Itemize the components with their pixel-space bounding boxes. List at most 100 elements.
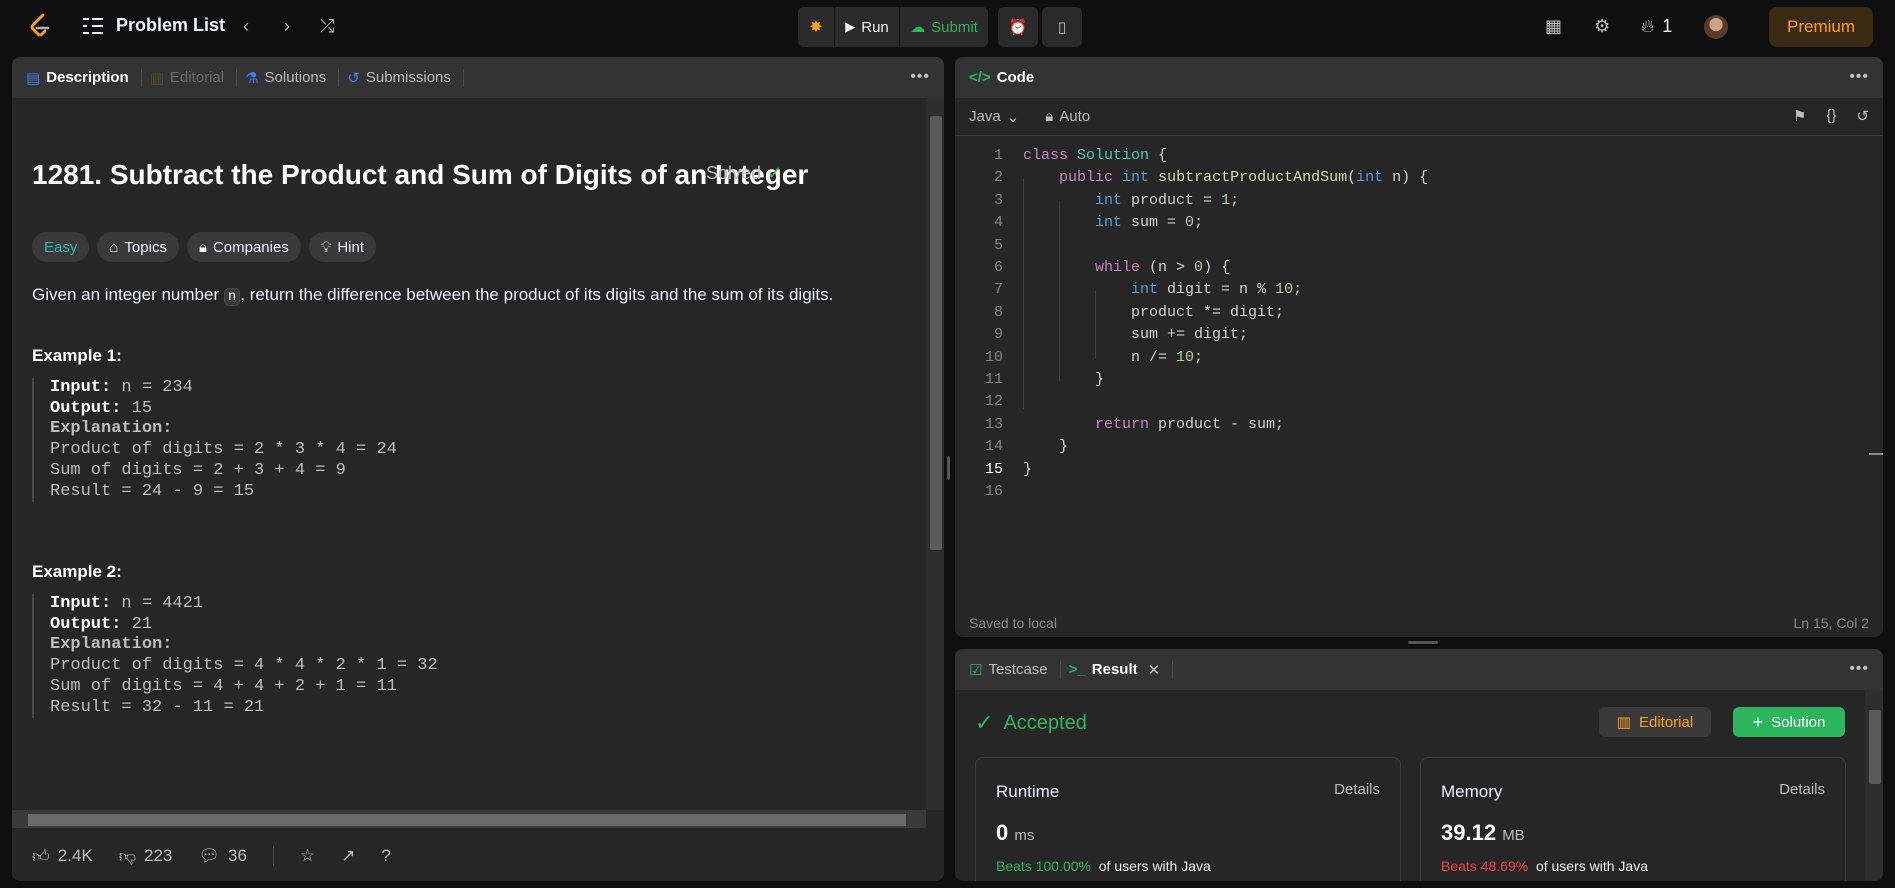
more-options-icon[interactable]: ••• bbox=[910, 68, 930, 86]
line-number: 6 bbox=[993, 259, 1003, 276]
cursor-position: Ln 15, Col 2 bbox=[1793, 615, 1870, 631]
dislike-button[interactable]: 👎︎ 223 bbox=[119, 846, 173, 867]
result-vertical-scrollbar[interactable] bbox=[1865, 690, 1883, 881]
description-footer: 👍︎ 2.4K 👎︎ 223 💬︎ 36 ☆ ↗ ? bbox=[12, 831, 944, 881]
line-number: 14 bbox=[984, 438, 1003, 456]
memory-card[interactable]: Memory Details 39.12 MB Beats 48.69% of … bbox=[1420, 757, 1846, 881]
chevron-down-icon: ⌄ bbox=[1006, 108, 1020, 126]
problem-list-label: Problem List bbox=[116, 15, 226, 35]
comments-button[interactable]: 💬︎ 36 bbox=[198, 846, 247, 866]
companies-label: Companies bbox=[212, 238, 289, 256]
favorite-button[interactable]: ☆ bbox=[300, 846, 315, 866]
line-number: 12 bbox=[984, 393, 1003, 411]
debug-button[interactable]: ✸ bbox=[798, 7, 834, 47]
description-content: 1281. Subtract the Product and Sum of Di… bbox=[12, 98, 926, 810]
code-line: int product = 1; bbox=[1095, 191, 1240, 209]
auto-mode[interactable]: 🔒︎ Auto bbox=[1045, 108, 1090, 125]
bug-icon: ✸ bbox=[809, 19, 823, 36]
cloud-upload-icon: ☁ bbox=[910, 19, 926, 36]
close-icon[interactable]: ✕ bbox=[1148, 661, 1161, 679]
statement-after: , return the difference between the prod… bbox=[240, 285, 834, 304]
description-horizontal-scrollbar[interactable] bbox=[12, 810, 926, 828]
tab-submissions[interactable]: ↺ Submissions bbox=[347, 68, 464, 87]
like-button[interactable]: 👍︎ 2.4K bbox=[32, 846, 93, 867]
description-vertical-scrollbar[interactable] bbox=[926, 98, 944, 810]
problem-list-link[interactable]: Problem List bbox=[82, 15, 225, 36]
shuffle-icon[interactable]: ⤮ bbox=[320, 16, 334, 37]
example-input: Input: n = 234 bbox=[50, 378, 193, 397]
chevron-left-icon[interactable]: ‹ bbox=[243, 16, 249, 37]
tab-editorial[interactable]: ▥ Editorial bbox=[150, 68, 238, 87]
difficulty-label: Easy bbox=[44, 238, 78, 256]
code-line: } bbox=[1023, 460, 1033, 478]
premium-button[interactable]: Premium bbox=[1769, 7, 1873, 47]
editorial-button[interactable]: ▥ Editorial bbox=[1599, 707, 1711, 737]
tab-submissions-label: Submissions bbox=[365, 69, 451, 86]
scrollbar-thumb[interactable] bbox=[930, 116, 942, 550]
reset-icon[interactable]: ↺ bbox=[1856, 107, 1869, 125]
runtime-card[interactable]: Runtime Details 0 ms Beats 100.00% of us… bbox=[975, 757, 1401, 881]
example-line: Sum of digits = 4 + 4 + 2 + 1 = 11 bbox=[50, 676, 397, 696]
chevron-right-icon[interactable]: › bbox=[284, 16, 290, 37]
code-header: </> Code ••• bbox=[955, 57, 1883, 98]
tab-result[interactable]: >_ Result ✕ bbox=[1069, 660, 1174, 679]
hint-label: Hint bbox=[337, 238, 365, 256]
editor-scroll-marker bbox=[1869, 453, 1883, 455]
flask-icon: ⚗ bbox=[245, 69, 259, 87]
hint-chip[interactable]: 💡︎ Hint bbox=[308, 232, 377, 262]
run-toolbar: ✸ ▶ Run ☁ Submit ⏰ ▯ bbox=[798, 7, 1082, 47]
alarm-clock-icon: ⏰ bbox=[1008, 19, 1028, 36]
history-icon: ↺ bbox=[347, 69, 360, 87]
run-button[interactable]: ▶ Run bbox=[835, 7, 899, 47]
scrollbar-thumb[interactable] bbox=[1869, 710, 1881, 784]
companies-chip[interactable]: 🔒︎ Companies bbox=[186, 232, 301, 262]
share-button[interactable]: ↗ bbox=[341, 846, 355, 866]
line-number: 5 bbox=[993, 236, 1003, 254]
tab-solutions[interactable]: ⚗ Solutions bbox=[245, 68, 340, 87]
result-content: ✓ Accepted ▥ Editorial + Solution Runtim… bbox=[955, 690, 1865, 881]
editor-status-bar: Saved to local Ln 15, Col 2 bbox=[969, 615, 1869, 631]
bookmark-icon[interactable]: ⚑ bbox=[1793, 107, 1806, 125]
more-options-icon[interactable]: ••• bbox=[1849, 68, 1869, 86]
runtime-details-link[interactable]: Details bbox=[1334, 781, 1380, 798]
example-output: Output: 15 bbox=[50, 398, 153, 418]
code-editor[interactable]: 1 class Solution {2 public int subtractPr… bbox=[955, 139, 1883, 519]
tab-solutions-label: Solutions bbox=[264, 69, 327, 86]
statement-before: Given an integer number bbox=[32, 285, 224, 304]
help-button[interactable]: ? bbox=[381, 846, 390, 866]
example-1-title: Example 1: bbox=[32, 346, 122, 365]
scrollbar-thumb[interactable] bbox=[28, 814, 906, 826]
panel-resize-handle[interactable] bbox=[1408, 641, 1438, 644]
leetcode-logo-icon[interactable] bbox=[26, 12, 54, 40]
submit-button[interactable]: ☁ Submit bbox=[900, 7, 988, 47]
save-status: Saved to local bbox=[969, 615, 1057, 631]
layout-icon[interactable]: ▦ bbox=[1545, 16, 1562, 37]
description-icon: ▤ bbox=[26, 69, 41, 87]
lightbulb-icon: 💡︎ bbox=[320, 238, 332, 256]
tab-code[interactable]: </> Code bbox=[969, 69, 1046, 87]
code-line: int digit = n % 10; bbox=[1131, 281, 1303, 299]
notes-button[interactable]: ▯ bbox=[1042, 7, 1082, 47]
code-line: while (n > 0) { bbox=[1095, 259, 1231, 276]
timer-button[interactable]: ⏰ bbox=[998, 7, 1038, 47]
code-line: n /= 10; bbox=[1023, 348, 1204, 366]
line-number: 7 bbox=[993, 281, 1003, 299]
language-select[interactable]: Java ⌄ bbox=[969, 108, 1019, 126]
format-braces-icon[interactable]: {} bbox=[1826, 107, 1836, 125]
accepted-label: Accepted bbox=[1003, 711, 1087, 734]
example-explanation-label: Explanation: bbox=[50, 635, 173, 655]
topics-chip[interactable]: ⌂ Topics bbox=[97, 232, 179, 262]
tab-description[interactable]: ▤ Description bbox=[26, 68, 142, 87]
streak-counter[interactable]: 🔥︎ 1 bbox=[1641, 16, 1672, 37]
tab-testcase[interactable]: ☑ Testcase bbox=[969, 660, 1061, 679]
thumbs-down-icon: 👎︎ bbox=[118, 846, 137, 866]
memory-details-link[interactable]: Details bbox=[1779, 781, 1825, 798]
problem-statement: Given an integer number n, return the di… bbox=[32, 285, 833, 306]
checkbox-icon: ☑ bbox=[969, 661, 983, 679]
avatar[interactable] bbox=[1704, 15, 1728, 39]
solution-button[interactable]: + Solution bbox=[1733, 707, 1845, 737]
gear-icon[interactable]: ⚙ bbox=[1594, 16, 1610, 37]
more-options-icon[interactable]: ••• bbox=[1849, 660, 1869, 678]
solved-label: Solved bbox=[706, 163, 762, 183]
vertical-resize-handle[interactable] bbox=[947, 456, 950, 480]
